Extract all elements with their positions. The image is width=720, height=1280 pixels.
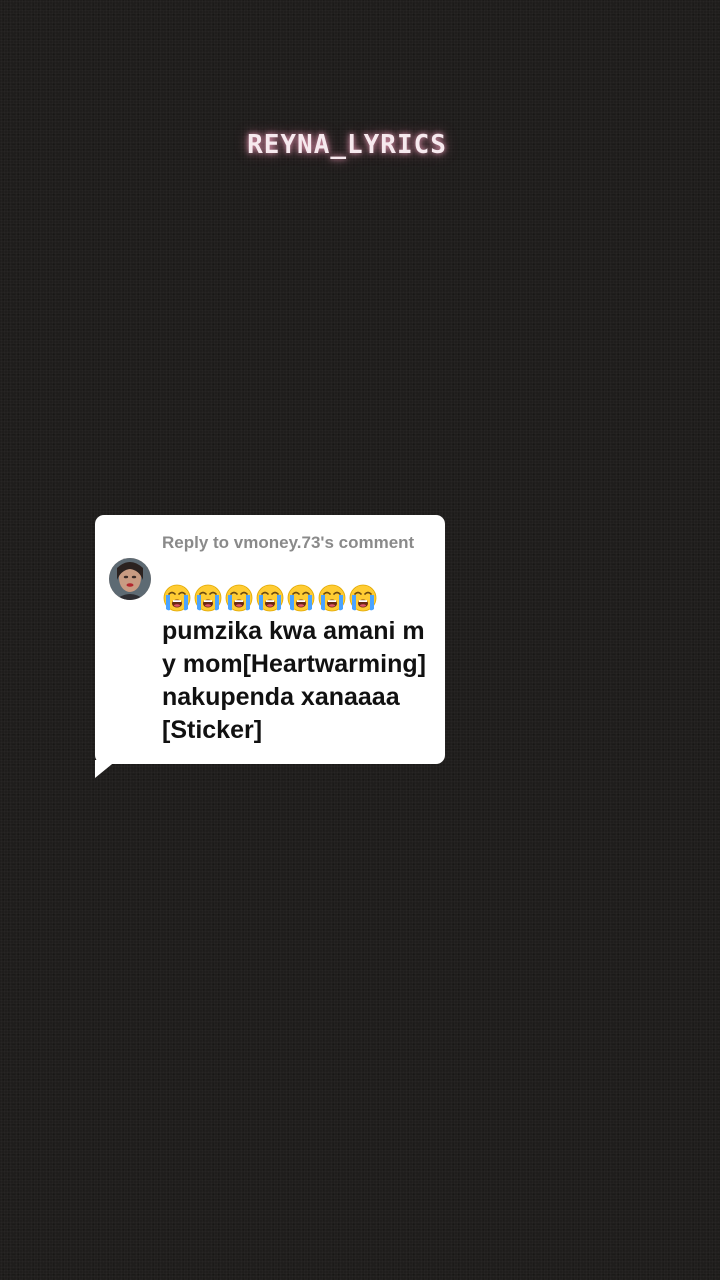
video-frame: REYNA_LYRICS Reply to vmoney.73's commen…	[0, 0, 720, 1280]
comment-text: pumzika kwa amani my mom[Heartwarming]na…	[162, 617, 426, 744]
reply-header: Reply to vmoney.73's comment	[162, 533, 415, 552]
watermark-text: REYNA_LYRICS	[247, 130, 447, 160]
reply-card-tail	[95, 760, 117, 778]
reply-comment-card[interactable]: Reply to vmoney.73's comment pumzika kwa…	[95, 515, 445, 764]
loudly-crying-face-icon	[287, 584, 315, 612]
loudly-crying-face-icon	[349, 584, 377, 612]
loudly-crying-face-icon	[225, 584, 253, 612]
loudly-crying-face-icon	[194, 584, 222, 612]
reply-body: pumzika kwa amani my mom[Heartwarming]na…	[162, 583, 427, 747]
avatar-image	[109, 558, 151, 600]
loudly-crying-face-icon	[163, 584, 191, 612]
loudly-crying-face-icon	[256, 584, 284, 612]
avatar[interactable]	[109, 558, 151, 600]
emoji-row	[162, 583, 427, 613]
loudly-crying-face-icon	[318, 584, 346, 612]
